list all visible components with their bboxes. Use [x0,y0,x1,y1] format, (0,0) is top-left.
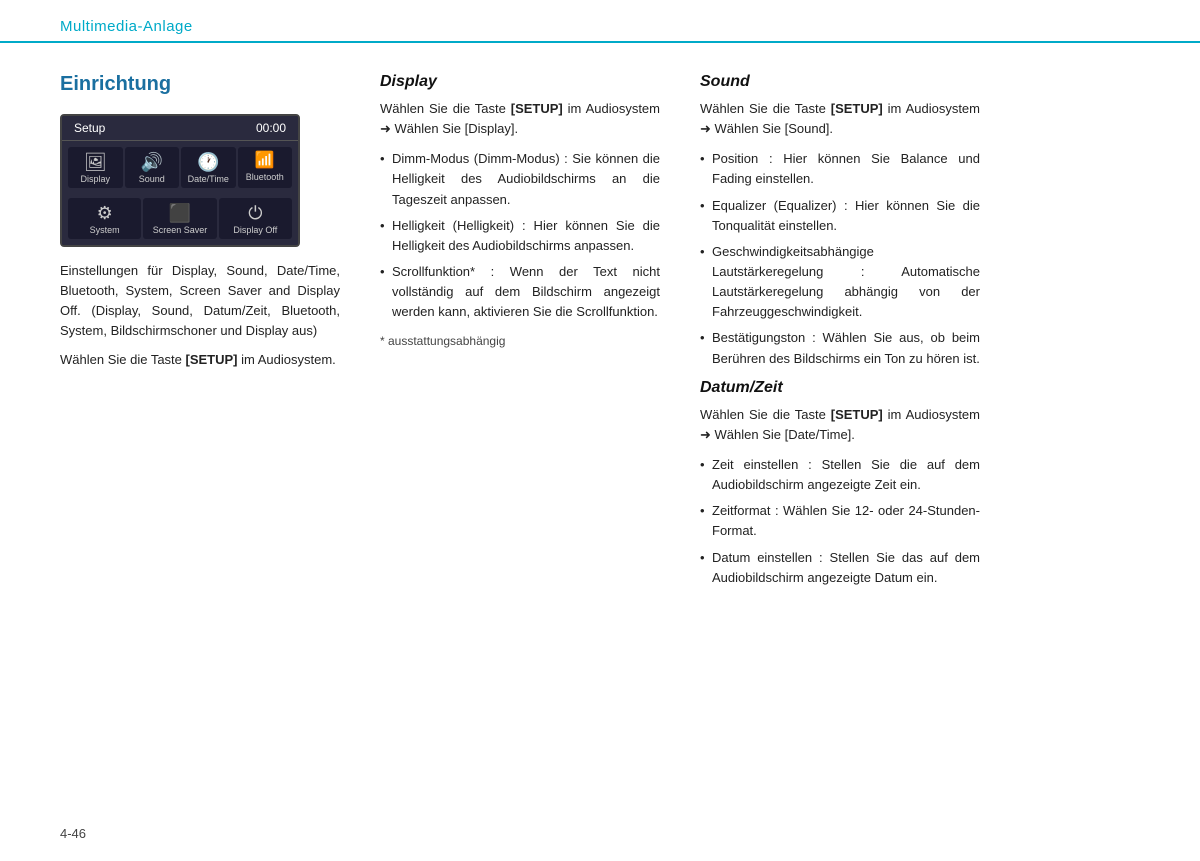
page-header-title: Multimedia-Anlage [60,18,193,35]
list-item: Helligkeit (Helligkeit) : Hier können Si… [380,216,660,256]
list-item: Position : Hier können Sie Balance und F… [700,149,980,189]
setup-icon-datetime: 🕐 Date/Time [181,147,236,188]
setup-bottom-icons-grid: ⚙ System ⬛ Screen Saver ⏻ Display Off [62,194,298,245]
display-icon: 🖼 [84,153,107,171]
datetime-label: Date/Time [188,174,229,184]
page-container: Multimedia-Anlage Einrichtung Setup 00:0… [0,0,1200,861]
left-instruction-end: im Audiosystem. [241,352,336,367]
system-icon: ⚙ [97,204,113,222]
sound-bullet-list: Position : Hier können Sie Balance und F… [700,149,980,368]
list-item: Zeitformat : Wählen Sie 12- oder 24-Stun… [700,501,980,541]
sound-heading: Sound [700,73,980,91]
left-column: Einrichtung Setup 00:00 🖼 Display 🔊 Soun… [60,73,340,598]
list-item: Zeit einstellen : Stellen Sie die auf de… [700,455,980,495]
screensaver-icon: ⬛ [169,204,191,222]
sound-intro: Wählen Sie die Taste [SETUP] im Audiosys… [700,99,980,139]
left-setup-instruction: Wählen Sie die Taste [SETUP] im Audiosys… [60,350,340,370]
display-intro: Wählen Sie die Taste [SETUP] im Audiosys… [380,99,660,139]
main-content: Einrichtung Setup 00:00 🖼 Display 🔊 Soun… [0,43,1200,598]
bluetooth-icon: 📶 [255,153,275,169]
sound-icon: 🔊 [141,153,163,171]
page-header: Multimedia-Anlage [0,0,1200,43]
datum-heading: Datum/Zeit [700,379,980,397]
list-item: Dimm-Modus (Dimm-Modus) : Sie können die… [380,149,660,209]
bluetooth-label: Bluetooth [246,172,284,182]
list-item: Geschwindigkeitsabhängige Lautstärkerege… [700,242,980,323]
setup-icon-bluetooth: 📶 Bluetooth [238,147,293,188]
setup-label: Setup [74,121,105,135]
display-label: Display [80,174,110,184]
displayoff-label: Display Off [233,225,277,235]
list-item: Equalizer (Equalizer) : Hier können Sie … [700,196,980,236]
setup-icon-screensaver: ⬛ Screen Saver [143,198,216,239]
datetime-icon: 🕐 [197,153,219,171]
setup-icon-system: ⚙ System [68,198,141,239]
sound-label: Sound [139,174,165,184]
setup-top-icons-grid: 🖼 Display 🔊 Sound 🕐 Date/Time 📶 Bluetoot… [62,141,298,194]
setup-icon-displayoff: ⏻ Display Off [219,198,292,239]
setup-time: 00:00 [256,121,286,135]
display-heading: Display [380,73,660,91]
page-number: 4-46 [60,826,86,841]
sound-intro-text: Wählen Sie die Taste [SETUP] im Audiosys… [700,101,980,136]
left-instruction-bold: [SETUP] [186,352,238,367]
list-item: Bestätigungston : Wählen Sie aus, ob bei… [700,328,980,368]
displayoff-icon: ⏻ [248,204,262,222]
right-column: Sound Wählen Sie die Taste [SETUP] im Au… [700,73,980,598]
einrichtung-title: Einrichtung [60,73,340,96]
system-label: System [90,225,120,235]
list-item: Datum einstellen : Stellen Sie das auf d… [700,548,980,588]
setup-screen-mockup: Setup 00:00 🖼 Display 🔊 Sound 🕐 Date/Tim… [60,114,300,247]
setup-topbar: Setup 00:00 [62,116,298,141]
datum-intro-text: Wählen Sie die Taste [SETUP] im Audiosys… [700,407,980,442]
datum-bullet-list: Zeit einstellen : Stellen Sie die auf de… [700,455,980,588]
screensaver-label: Screen Saver [153,225,208,235]
list-item: Scrollfunktion* : Wenn der Text nicht vo… [380,262,660,322]
setup-icon-sound: 🔊 Sound [125,147,180,188]
left-instruction-start: Wählen Sie die Taste [60,352,182,367]
display-footnote: * ausstattungsabhängig [380,332,660,350]
display-intro-text: Wählen Sie die Taste [SETUP] im Audiosys… [380,101,660,136]
left-intro-text-content: Einstellungen für Display, Sound, Date/T… [60,263,340,338]
left-intro-text: Einstellungen für Display, Sound, Date/T… [60,261,340,342]
setup-icon-display: 🖼 Display [68,147,123,188]
display-bullet-list: Dimm-Modus (Dimm-Modus) : Sie können die… [380,149,660,322]
middle-column: Display Wählen Sie die Taste [SETUP] im … [380,73,660,598]
datum-intro: Wählen Sie die Taste [SETUP] im Audiosys… [700,405,980,445]
